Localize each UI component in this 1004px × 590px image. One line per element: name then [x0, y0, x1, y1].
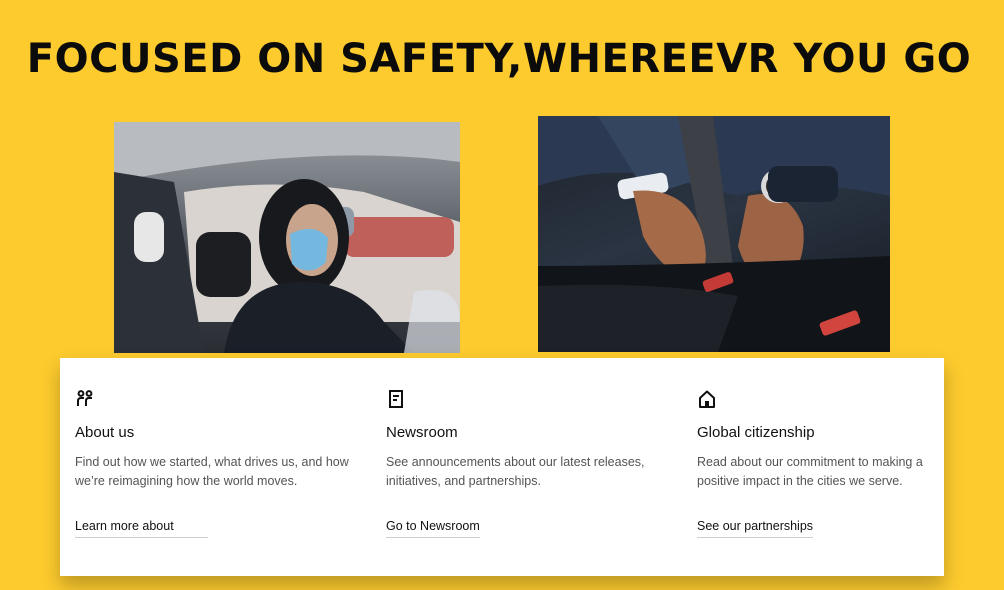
- about-us-description: Find out how we started, what drives us,…: [75, 455, 349, 488]
- home-icon: [697, 389, 717, 409]
- go-to-newsroom-link[interactable]: Go to Newsroom: [386, 519, 480, 538]
- seatbelt-buckle-photo: [538, 116, 890, 352]
- page-headline: FOCUSED ON SAFETY,WHEREEVR YOU GO: [26, 36, 972, 82]
- global-citizenship-title: Global citizenship: [697, 424, 815, 441]
- about-us-title: About us: [75, 424, 135, 441]
- about-us-column: About us Find out how we started, what d…: [75, 358, 375, 576]
- people-icon: [75, 389, 95, 409]
- newsroom-description: See announcements about our latest relea…: [386, 455, 645, 488]
- document-icon: [386, 389, 406, 409]
- learn-more-link[interactable]: Learn more about: [75, 519, 208, 538]
- global-citizenship-column: Global citizenship Read about our commit…: [697, 358, 942, 576]
- masked-driver-photo: [114, 122, 460, 353]
- see-partnerships-link[interactable]: See our partnerships: [697, 519, 814, 538]
- newsroom-title: Newsroom: [386, 424, 458, 441]
- info-card: About us Find out how we started, what d…: [60, 358, 944, 576]
- global-citizenship-description: Read about our commitment to making a po…: [697, 455, 923, 488]
- newsroom-column: Newsroom See announcements about our lat…: [386, 358, 686, 576]
